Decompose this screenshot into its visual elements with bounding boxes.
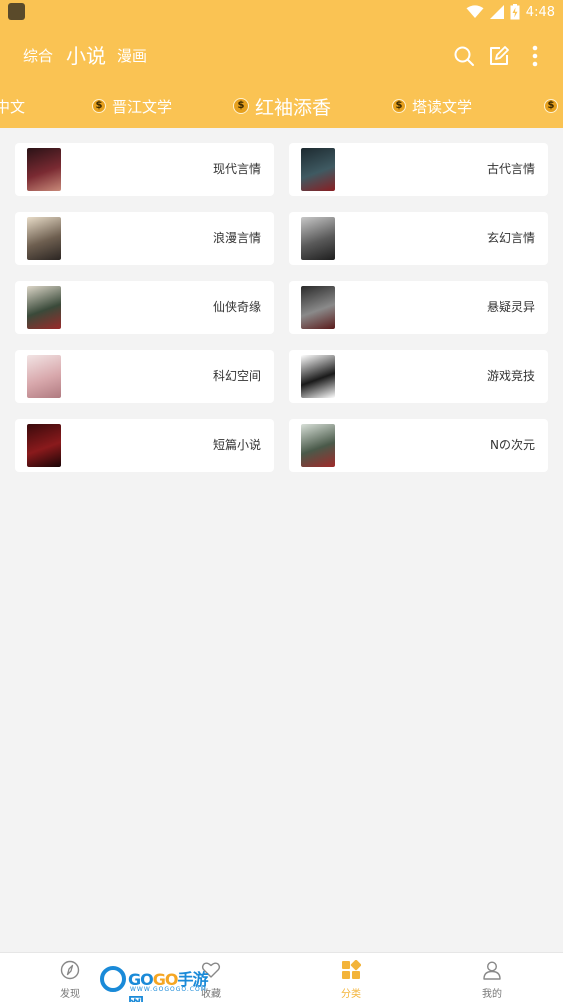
bottom-nav-category[interactable]: 分类 [311,953,391,1002]
coin-icon: $ [392,99,406,113]
category-card[interactable]: 古代言情 [289,143,548,196]
category-label: 现代言情 [212,162,261,176]
source-tab-1[interactable]: $ 晋江文学 [92,88,172,124]
more-vertical-icon[interactable] [523,44,547,68]
source-label: 红袖添香 [255,96,332,119]
category-cover-image [27,217,61,260]
bottom-nav-label: 我的 [482,989,502,1000]
cell-signal-icon [489,5,504,19]
category-cover-image [301,355,335,398]
app-notification-icon [8,3,25,20]
category-card[interactable]: 科幻空间 [15,350,274,403]
category-card[interactable]: 游戏竞技 [289,350,548,403]
tab-comic[interactable]: 漫画 [117,36,147,76]
category-cover-image [27,148,61,191]
tab-novel[interactable]: 小说 [66,36,106,76]
source-tabs: 中文 $ 晋江文学 $ 红袖添香 $ 塔读文学 $ [0,88,563,124]
category-label: 古代言情 [486,162,535,176]
top-tabs: 综合 小说 漫画 [0,36,563,76]
category-label: Nの次元 [490,438,535,452]
category-card[interactable]: 现代言情 [15,143,274,196]
source-tab-2[interactable]: $ 红袖添香 [233,88,331,124]
category-cover-image [27,355,61,398]
bottom-nav-label: 发现 [60,989,80,1000]
bottom-nav-mine[interactable]: 我的 [452,953,532,1002]
tab-comprehensive[interactable]: 综合 [23,36,53,76]
status-bar: 4:48 [0,0,563,24]
category-cover-image [301,148,335,191]
category-cover-image [27,424,61,467]
bottom-nav-label: 分类 [341,989,361,1000]
watermark-brand: GOGO手游网 [128,966,218,1002]
battery-icon [510,4,520,20]
category-card[interactable]: Nの次元 [289,419,548,472]
category-label: 短篇小说 [212,438,261,452]
source-label: 塔读文学 [412,97,473,116]
source-tab-3[interactable]: $ 塔读文学 [392,88,472,124]
header-bar: 4:48 综合 小说 漫画 中文 $ 晋江文学 $ 红袖添香 $ 塔读文学 $ [0,0,563,128]
status-time: 4:48 [525,4,555,20]
category-cover-image [301,217,335,260]
user-icon [483,961,501,980]
source-tab-0[interactable]: 中文 [0,88,25,124]
compass-icon [60,960,80,980]
category-card[interactable]: 悬疑灵异 [289,281,548,334]
coin-icon: $ [92,99,106,113]
category-card[interactable]: 浪漫言情 [15,212,274,265]
category-cover-image [301,424,335,467]
category-label: 浪漫言情 [212,231,261,245]
source-tab-4[interactable]: $ [544,88,558,124]
watermark-logo: GOGO手游网 WWW.GOGOGO.COM [100,964,218,1002]
watermark-url: WWW.GOGOGO.COM [130,986,207,993]
source-label: 中文 [0,97,26,116]
watermark-circle-icon [100,966,126,992]
source-label: 晋江文学 [112,97,173,116]
category-card[interactable]: 玄幻言情 [289,212,548,265]
category-label: 游戏竞技 [486,369,535,383]
coin-icon: $ [544,99,558,113]
category-label: 仙侠奇缘 [212,300,261,314]
category-label: 科幻空间 [212,369,261,383]
coin-icon: $ [233,98,249,114]
category-label: 悬疑灵异 [486,300,535,314]
wifi-icon [466,5,484,18]
bottom-nav-discover[interactable]: 发现 [30,953,110,1002]
search-icon[interactable] [452,44,476,68]
category-grid-icon [342,960,361,979]
category-card[interactable]: 仙侠奇缘 [15,281,274,334]
bottom-nav: 发现 收藏 分类 我的 [0,952,563,1002]
category-cover-image [301,286,335,329]
status-right: 4:48 [466,2,555,22]
edit-icon[interactable] [487,44,511,68]
category-label: 玄幻言情 [486,231,535,245]
category-card[interactable]: 短篇小说 [15,419,274,472]
category-cover-image [27,286,61,329]
